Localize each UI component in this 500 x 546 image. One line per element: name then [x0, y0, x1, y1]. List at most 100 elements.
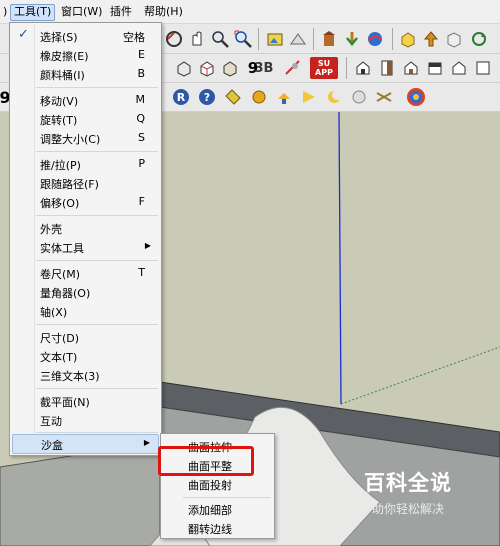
menu-help[interactable]: 帮助(H) [141, 4, 186, 21]
tag-icon[interactable] [222, 86, 244, 108]
orbit-icon[interactable] [163, 28, 185, 50]
highlight-annotation [158, 446, 254, 476]
menu-item-label: 选择(S) [40, 31, 78, 44]
menu-separator [36, 388, 158, 389]
menu-plugins[interactable]: 插件 [107, 4, 135, 21]
menu-item-label: 调整大小(C) [40, 133, 101, 146]
menu-item-label: 实体工具 [40, 242, 84, 255]
menu-item-shortcut: E [138, 48, 145, 61]
menu-item-3d-text[interactable]: 三维文本(3) [12, 366, 159, 385]
hidden-line-style-icon[interactable] [196, 57, 218, 79]
blue-axis [338, 112, 342, 405]
share-model-icon[interactable] [341, 28, 363, 50]
zoom-icon[interactable] [209, 28, 231, 50]
r-icon[interactable]: R [170, 86, 192, 108]
menu-item-interact[interactable]: 互动 [12, 411, 159, 430]
menu-item-label: 移动(V) [40, 95, 79, 108]
menu-separator [36, 260, 158, 261]
menu-item-axes[interactable]: 轴(X) [12, 302, 159, 321]
add-location-icon[interactable] [287, 28, 309, 50]
iso-view-icon[interactable] [352, 57, 374, 79]
menu-item-label: 三维文本(3) [40, 370, 100, 383]
menu-edit-tail[interactable]: ) [0, 4, 10, 21]
light-icon[interactable] [273, 86, 295, 108]
menu-bar: ) 工具(T) 窗口(W) 插件 帮助(H) [0, 0, 500, 24]
svg-text:R: R [177, 91, 186, 104]
menu-separator [36, 432, 158, 433]
rotate-icon[interactable] [468, 28, 490, 50]
menu-item-label: 沙盒 [41, 439, 63, 452]
extension-warehouse-icon[interactable] [364, 28, 386, 50]
menu-item-tape-measure[interactable]: 卷尺(M) T [12, 264, 159, 283]
menu-item-outer-shell[interactable]: 外壳 [12, 219, 159, 238]
menu-separator [36, 215, 158, 216]
submenu-arrow-icon: ▶ [144, 241, 151, 250]
wireframe-style-icon[interactable] [173, 57, 195, 79]
xray-icon[interactable] [282, 57, 304, 79]
menu-item-label: 卷尺(M) [40, 268, 81, 281]
menu-item-section-plane[interactable]: 截平面(N) [12, 392, 159, 411]
menu-separator [36, 151, 158, 152]
submenu-arrow-icon: ▶ [143, 438, 150, 447]
menu-item-text[interactable]: 文本(T) [12, 347, 159, 366]
menu-item-shortcut: Q [136, 112, 145, 125]
component-icon[interactable] [397, 28, 419, 50]
menu-tools[interactable]: 工具(T) [10, 4, 56, 21]
get-models-icon[interactable] [318, 28, 340, 50]
menu-item-label: 截平面(N) [40, 396, 90, 409]
menu-item-paint-bucket[interactable]: 颜料桶(I) B [12, 65, 159, 84]
menu-item-label: 文本(T) [40, 351, 78, 364]
box-icon[interactable] [443, 28, 465, 50]
photo-texture-icon[interactable] [264, 28, 286, 50]
su-app-icon[interactable]: SU APP [310, 57, 338, 79]
moon-icon[interactable] [323, 86, 345, 108]
menu-item-label: 推/拉(P) [40, 159, 81, 172]
menu-item-sandbox[interactable]: 沙盒 ▶ [12, 434, 159, 454]
menu-window[interactable]: 窗口(W) [58, 4, 105, 21]
checkmark-icon: ✓ [18, 27, 29, 42]
menu-separator [36, 87, 158, 88]
left-ground [0, 441, 161, 546]
right-view-icon[interactable] [424, 57, 446, 79]
menu-item-shortcut: B [137, 67, 145, 80]
menu-item-protractor[interactable]: 量角器(O) [12, 283, 159, 302]
menu-separator [36, 324, 158, 325]
back-view-icon[interactable] [448, 57, 470, 79]
menu-item-select[interactable]: ✓ 选择(S) 空格 [12, 27, 159, 46]
menu-item-label: 跟随路径(F) [40, 178, 99, 191]
submenu-item-drape[interactable]: 曲面投射 [163, 475, 272, 494]
menu-item-eraser[interactable]: 橡皮擦(E) E [12, 46, 159, 65]
menu-item-solid-tools[interactable]: 实体工具 ▶ [12, 238, 159, 257]
menu-item-push-pull[interactable]: 推/拉(P) P [12, 155, 159, 174]
sphere-icon[interactable] [248, 86, 270, 108]
top-view-icon[interactable] [376, 57, 398, 79]
tools-dropdown-menu: ✓ 选择(S) 空格 橡皮擦(E) E 颜料桶(I) B 移动(V) M 旋转(… [9, 22, 162, 456]
menu-item-move[interactable]: 移动(V) M [12, 91, 159, 110]
left-view-icon[interactable] [472, 57, 494, 79]
help-icon[interactable]: ? [196, 86, 218, 108]
menu-item-follow-me[interactable]: 跟随路径(F) [12, 174, 159, 193]
menu-item-label: 量角器(O) [40, 287, 91, 300]
menu-item-dimensions[interactable]: 尺寸(D) [12, 328, 159, 347]
pan-icon[interactable] [186, 28, 208, 50]
svg-text:?: ? [204, 91, 210, 104]
scissors-icon[interactable] [373, 86, 395, 108]
submenu-item-add-detail[interactable]: 添加细部 [163, 500, 272, 519]
upload-icon[interactable] [420, 28, 442, 50]
sky-icon[interactable] [348, 86, 370, 108]
menu-separator [183, 497, 271, 498]
submenu-item-flip-edge[interactable]: 翻转边线 [163, 519, 272, 538]
menu-item-rotate[interactable]: 旋转(T) Q [12, 110, 159, 129]
menu-item-offset[interactable]: 偏移(O) F [12, 193, 159, 212]
3b-icon[interactable]: 3B [253, 57, 275, 79]
submenu-item-label: 添加细部 [188, 504, 232, 517]
menu-item-scale[interactable]: 调整大小(C) S [12, 129, 159, 148]
zoom-extents-icon[interactable] [232, 28, 254, 50]
watermark-subtitle: 助你轻松解决 [371, 502, 444, 516]
menu-item-label: 偏移(O) [40, 197, 80, 210]
front-view-icon[interactable] [400, 57, 422, 79]
shaded-style-icon[interactable] [219, 57, 241, 79]
render-icon[interactable] [405, 86, 427, 108]
spotlight-icon[interactable] [298, 86, 320, 108]
submenu-item-label: 曲面投射 [188, 479, 232, 492]
